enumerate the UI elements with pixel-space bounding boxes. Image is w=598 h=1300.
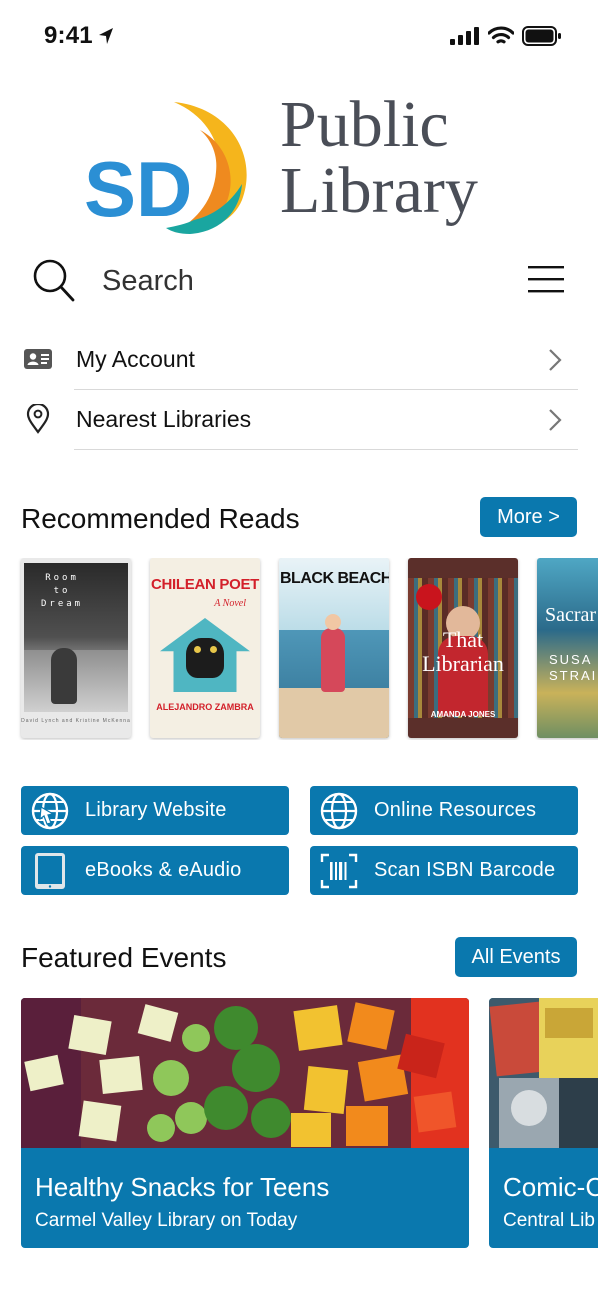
search-input[interactable]: Search bbox=[102, 265, 194, 298]
nav-item-nearest-libraries[interactable]: Nearest Libraries bbox=[0, 390, 598, 450]
nav-item-label: My Account bbox=[76, 346, 195, 372]
book-title-line: to bbox=[53, 586, 71, 596]
event-image bbox=[489, 998, 598, 1148]
location-arrow-icon bbox=[99, 28, 113, 44]
quick-action-label: Scan ISBN Barcode bbox=[374, 859, 556, 881]
scan-isbn-barcode-button[interactable]: Scan ISBN Barcode bbox=[310, 846, 578, 895]
book-author: ALEJANDRO ZAMBRA bbox=[156, 702, 254, 712]
wifi-icon bbox=[488, 26, 514, 44]
event-subtitle: Carmel Valley Library on Today bbox=[35, 1210, 298, 1231]
book-subtitle: A Novel bbox=[214, 598, 246, 609]
globe-icon bbox=[320, 792, 358, 830]
section-title-featured-events: Featured Events bbox=[21, 942, 227, 973]
search-bar[interactable]: Search bbox=[0, 252, 598, 312]
event-subtitle: Central Lib bbox=[503, 1210, 595, 1231]
book-cover[interactable]: Sacrar SUSA STRAI bbox=[537, 558, 598, 738]
battery-icon bbox=[522, 26, 561, 46]
book-cover[interactable]: Room to Dream David Lynch and Kristine M… bbox=[21, 558, 131, 738]
book-author: David Lynch and Kristine McKenna bbox=[21, 718, 131, 724]
library-website-button[interactable]: Library Website bbox=[21, 786, 289, 835]
book-author: SUSA STRAI bbox=[549, 652, 598, 683]
book-title: CHILEAN POET bbox=[150, 576, 260, 593]
book-title-line: Room bbox=[45, 573, 79, 583]
status-time: 9:41 bbox=[44, 22, 93, 49]
events-carousel[interactable]: Healthy Snacks for Teens Carmel Valley L… bbox=[0, 998, 598, 1250]
signal-icon bbox=[450, 27, 479, 45]
book-title: BLACK BEACH bbox=[280, 570, 389, 587]
globe-cursor-icon bbox=[31, 792, 69, 830]
all-events-button[interactable]: All Events bbox=[455, 937, 577, 977]
quick-action-label: Online Resources bbox=[374, 799, 537, 821]
account-card-icon bbox=[24, 349, 52, 369]
more-button[interactable]: More > bbox=[480, 497, 577, 537]
event-card[interactable]: Healthy Snacks for Teens Carmel Valley L… bbox=[21, 998, 469, 1248]
quick-action-label: Library Website bbox=[85, 799, 227, 821]
chevron-right-icon bbox=[549, 349, 562, 371]
book-title-line: That bbox=[442, 627, 484, 652]
status-icons bbox=[450, 26, 562, 46]
event-title: Comic-C bbox=[503, 1172, 598, 1202]
divider bbox=[74, 449, 578, 450]
section-title-recommended: Recommended Reads bbox=[21, 503, 300, 534]
sd-public-library-logo: SD Public Library bbox=[82, 88, 522, 238]
book-cover[interactable]: That Librarian AMANDA JONES bbox=[408, 558, 518, 738]
chevron-right-icon bbox=[549, 409, 562, 431]
event-card[interactable]: Comic-C Central Lib bbox=[489, 998, 598, 1248]
search-icon[interactable] bbox=[32, 258, 76, 304]
logo-line-public: Public bbox=[280, 88, 449, 161]
tablet-icon bbox=[35, 853, 65, 889]
logo-line-library: Library bbox=[280, 154, 478, 227]
book-cover[interactable]: CHILEAN POET A Novel ALEJANDRO ZAMBRA bbox=[150, 558, 260, 738]
location-pin-icon bbox=[26, 404, 50, 434]
book-author: AMANDA JONES bbox=[430, 710, 496, 719]
ebooks-eaudio-button[interactable]: eBooks & eAudio bbox=[21, 846, 289, 895]
sd-logo-mark: SD bbox=[84, 102, 247, 234]
book-title-line: Dream bbox=[41, 599, 84, 609]
logo-wordmark: Public Library bbox=[280, 92, 478, 224]
online-resources-button[interactable]: Online Resources bbox=[310, 786, 578, 835]
book-cover[interactable]: BLACK BEACH bbox=[279, 558, 389, 738]
nav-item-my-account[interactable]: My Account bbox=[0, 330, 598, 390]
nav-item-label: Nearest Libraries bbox=[76, 406, 252, 432]
barcode-scan-icon bbox=[320, 853, 358, 889]
event-image bbox=[21, 998, 469, 1148]
hamburger-menu-icon[interactable] bbox=[528, 264, 564, 294]
book-title: Sacrar bbox=[545, 604, 597, 626]
status-bar: 9:41 bbox=[0, 0, 598, 72]
book-title-line: Librarian bbox=[422, 651, 504, 676]
quick-action-label: eBooks & eAudio bbox=[85, 859, 242, 881]
event-title: Healthy Snacks for Teens bbox=[35, 1172, 330, 1202]
logo-mark-text: SD bbox=[84, 145, 192, 233]
book-carousel[interactable]: Room to Dream David Lynch and Kristine M… bbox=[0, 558, 598, 740]
